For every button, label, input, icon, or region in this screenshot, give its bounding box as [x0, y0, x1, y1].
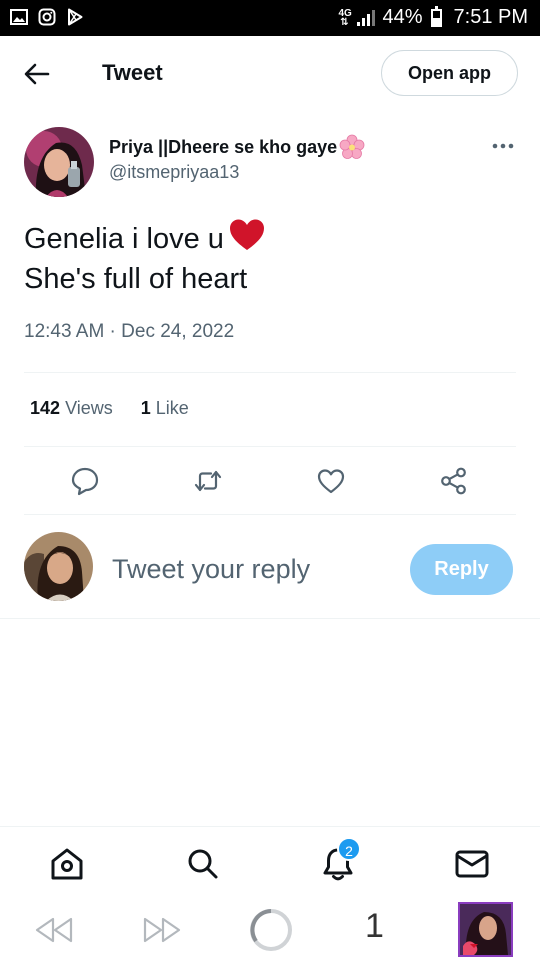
views-count: 142: [30, 398, 61, 418]
network-label: 4G: [338, 7, 352, 19]
reply-button[interactable]: Reply: [410, 544, 513, 595]
tweet-line-1: Genelia i love u: [24, 218, 266, 259]
signal-icon: [357, 9, 376, 26]
user-avatar[interactable]: [24, 532, 93, 601]
battery-icon: [430, 5, 442, 27]
tab-thumbnail[interactable]: [458, 902, 513, 957]
divider: [24, 446, 516, 447]
arrow-left-icon[interactable]: [22, 60, 52, 88]
author-name[interactable]: Priya ||Dheere se kho gaye: [109, 134, 365, 160]
tweet-text: Genelia i love u She's full of heart: [24, 218, 266, 299]
author-avatar[interactable]: [24, 127, 94, 197]
reply-icon[interactable]: [70, 466, 100, 496]
status-bar-system: 4G ⇅ 44% 7:51 PM: [338, 5, 528, 29]
tweet-timestamp[interactable]: 12:43 AM · Dec 24, 2022: [24, 321, 234, 343]
tweet-line-2: She's full of heart: [24, 263, 248, 295]
views-stat[interactable]: 142 Views: [30, 398, 113, 419]
clock: 7:51 PM: [453, 6, 528, 28]
home-icon[interactable]: [49, 846, 85, 882]
fast-forward-icon[interactable]: [142, 915, 182, 945]
status-bar: 4G ⇅ 44% 7:51 PM: [0, 0, 540, 36]
battery-percent: 44%: [382, 6, 423, 28]
status-bar-notifications: [10, 8, 84, 26]
author-handle[interactable]: @itsmepriyaa13: [109, 162, 239, 183]
likes-stat[interactable]: 1 Like: [141, 398, 189, 419]
instagram-icon: [38, 8, 56, 26]
views-label: Views: [65, 398, 113, 418]
likes-label: Like: [155, 398, 189, 418]
play-store-icon: [68, 8, 83, 26]
share-icon[interactable]: [439, 466, 469, 496]
loading-icon[interactable]: [248, 907, 294, 953]
retweet-icon[interactable]: [193, 466, 223, 496]
red-heart-icon: [229, 219, 264, 250]
open-app-button[interactable]: Open app: [381, 50, 518, 96]
notification-badge: 2: [337, 837, 361, 861]
bottom-nav-divider: [0, 826, 540, 827]
app-header: Tweet Open app: [0, 36, 540, 112]
network-type: 4G ⇅: [338, 7, 352, 28]
gallery-icon: [10, 9, 28, 25]
author-name-text: Priya ||Dheere se kho gaye: [109, 136, 338, 157]
rewind-icon[interactable]: [34, 915, 74, 945]
messages-icon[interactable]: [454, 846, 490, 882]
browser-toolbar: 1: [0, 897, 540, 960]
more-options-icon[interactable]: [490, 136, 516, 156]
tab-count[interactable]: 1: [365, 907, 384, 946]
cherry-blossom-icon: [339, 134, 365, 159]
reply-input[interactable]: [112, 551, 392, 587]
divider: [0, 618, 540, 619]
likes-count: 1: [140, 398, 151, 418]
search-icon[interactable]: [184, 846, 220, 882]
tweet-stats: 142 Views 1 Like: [30, 398, 189, 419]
divider: [24, 514, 516, 515]
divider: [24, 372, 516, 373]
like-icon[interactable]: [316, 466, 346, 496]
tweet-line-1-text: Genelia i love u: [24, 223, 224, 255]
page-title: Tweet: [102, 60, 163, 85]
